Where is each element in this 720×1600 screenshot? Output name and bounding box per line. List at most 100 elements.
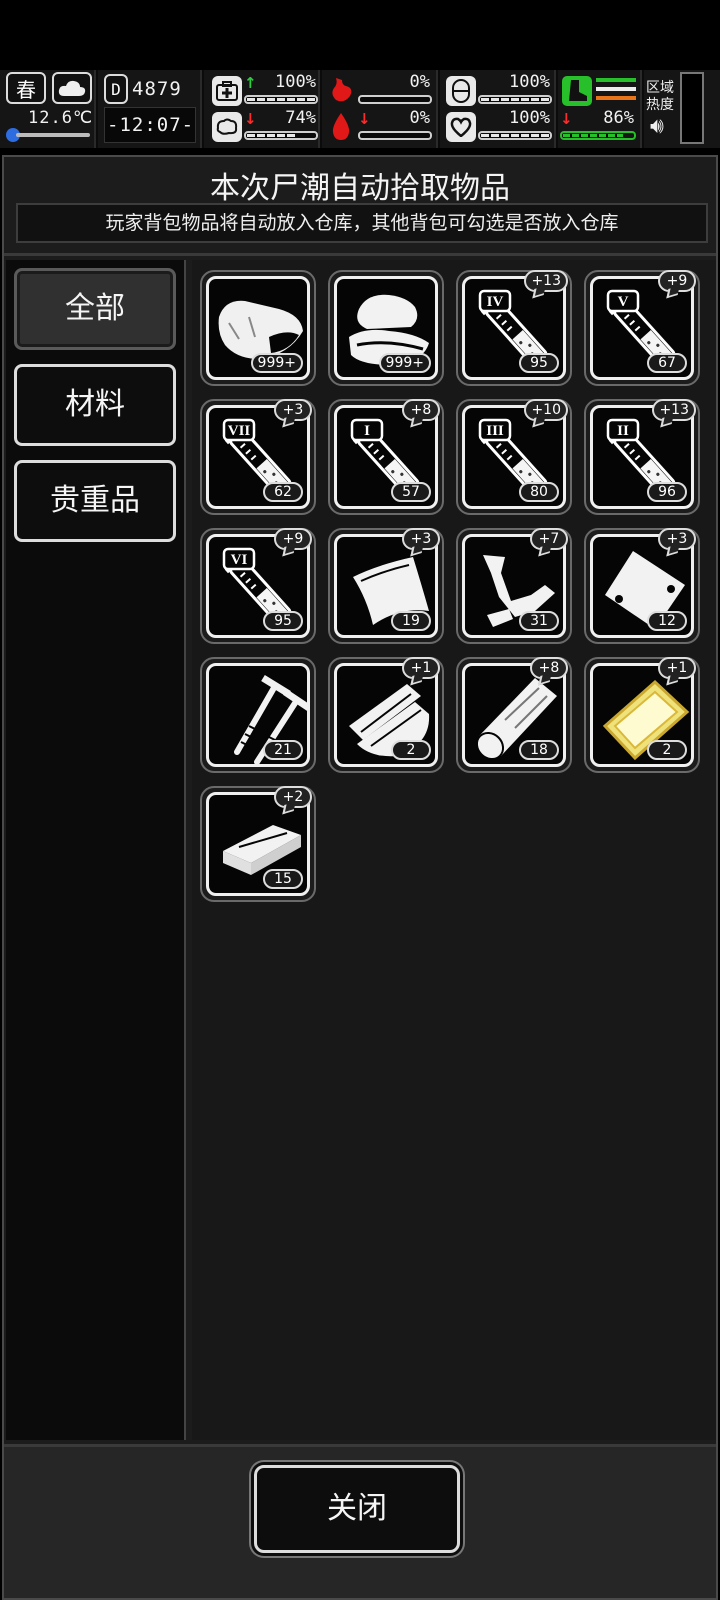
- day-icon: D: [104, 74, 128, 104]
- status-bar: 春 12.6℃ D 4879 -12:07- ↑ 100% ↓ 74% 0% ↓…: [0, 70, 720, 148]
- heart-icon: [446, 112, 476, 142]
- blood-drop-icon: [330, 112, 352, 142]
- item-bonus-badge: +8: [530, 657, 568, 679]
- thirst-bar: [358, 131, 432, 140]
- item-quantity: 21: [263, 740, 303, 760]
- health-value: 100%: [275, 72, 316, 92]
- temperature-readout: 12.6℃: [28, 108, 94, 128]
- item-quantity: 12: [647, 611, 687, 631]
- item-bonus-badge: +13: [524, 270, 568, 292]
- item-slot[interactable]: 31 +7: [456, 528, 572, 644]
- stamina-value: 74%: [285, 108, 316, 128]
- hunger-bar: [358, 95, 432, 104]
- season-badge: 春: [6, 72, 46, 104]
- item-quantity: 15: [263, 869, 303, 889]
- item-bonus-badge: +1: [658, 657, 696, 679]
- thermometer-icon: [6, 128, 90, 142]
- item-slot[interactable]: VI 95 +9: [200, 528, 316, 644]
- panel-title: 本次尸潮自动拾取物品: [210, 171, 510, 206]
- item-bonus-badge: +9: [658, 270, 696, 292]
- item-bonus-badge: +13: [652, 399, 696, 421]
- heart-value: 100%: [509, 108, 550, 128]
- item-slot[interactable]: 12 +3: [584, 528, 700, 644]
- svg-text:VI: VI: [231, 552, 248, 568]
- brain-icon: [212, 112, 242, 142]
- energy-bar: [560, 131, 636, 140]
- item-bonus-badge: +3: [658, 528, 696, 550]
- heart-bar: [478, 131, 552, 140]
- close-button-label: 关闭: [327, 1491, 387, 1526]
- svg-text:I: I: [364, 423, 370, 439]
- svg-text:III: III: [486, 423, 504, 439]
- energy-value: 86%: [603, 108, 634, 128]
- thirst-value: 0%: [409, 108, 430, 128]
- clock-time: -12:07-: [107, 114, 195, 136]
- clock-display: -12:07-: [104, 107, 196, 143]
- svg-text:VII: VII: [228, 423, 251, 439]
- item-quantity: 999+: [250, 353, 303, 373]
- weather-block: 春 12.6℃: [0, 70, 96, 148]
- item-bonus-badge: +3: [274, 399, 312, 421]
- medkit-icon: [212, 76, 242, 106]
- item-bonus-badge: +1: [402, 657, 440, 679]
- category-sidebar: 全部 材料 贵重品: [6, 260, 186, 1440]
- item-bonus-badge: +3: [402, 528, 440, 550]
- category-valuables-button[interactable]: 贵重品: [14, 460, 176, 542]
- item-slot[interactable]: 999+: [200, 270, 316, 386]
- stamina-bar: [244, 131, 318, 140]
- item-slot[interactable]: 19 +3: [328, 528, 444, 644]
- hunger-value: 0%: [409, 72, 430, 92]
- item-frame: 999+: [334, 276, 438, 380]
- item-quantity: 80: [519, 482, 559, 502]
- health-bar: [244, 95, 318, 104]
- mood-bar: [478, 95, 552, 104]
- item-bonus-badge: +7: [530, 528, 568, 550]
- item-frame: 21: [206, 663, 310, 767]
- day-time-block: D 4879 -12:07-: [98, 70, 202, 148]
- season-label: 春: [16, 77, 36, 102]
- category-materials-button[interactable]: 材料: [14, 364, 176, 446]
- item-slot[interactable]: 2 +1: [328, 657, 444, 773]
- mood-block: 100% 100%: [440, 70, 556, 148]
- divider: [4, 253, 716, 256]
- item-slot[interactable]: III 80 +10: [456, 399, 572, 515]
- close-button[interactable]: 关闭: [254, 1465, 460, 1553]
- item-slot[interactable]: 999+: [328, 270, 444, 386]
- panel-subtitle: 玩家背包物品将自动放入仓库，其他背包可勾选是否放入仓库: [16, 203, 708, 243]
- item-slot[interactable]: II 96 +13: [584, 399, 700, 515]
- category-materials-label: 材料: [65, 387, 125, 422]
- speaker-icon[interactable]: 🔊︎: [650, 114, 664, 139]
- hunger-block: 0% ↓ 0%: [322, 70, 438, 148]
- item-quantity: 19: [391, 611, 431, 631]
- item-slot[interactable]: 21: [200, 657, 316, 773]
- health-block: ↑ 100% ↓ 74%: [204, 70, 320, 148]
- item-slot[interactable]: 18 +8: [456, 657, 572, 773]
- item-quantity: 2: [391, 740, 431, 760]
- item-bonus-badge: +8: [402, 399, 440, 421]
- auto-pickup-panel: 本次尸潮自动拾取物品 玩家背包物品将自动放入仓库，其他背包可勾选是否放入仓库 全…: [2, 155, 718, 1600]
- item-quantity: 18: [519, 740, 559, 760]
- item-quantity: 67: [647, 353, 687, 373]
- mood-value: 100%: [509, 72, 550, 92]
- capsule-icon: [446, 76, 476, 106]
- boot-icon: [562, 76, 592, 106]
- region-heat-block[interactable]: 区域 热度 🔊︎: [644, 70, 720, 148]
- category-all-button[interactable]: 全部: [14, 268, 176, 350]
- region-heat-label: 区域 热度: [646, 80, 674, 113]
- item-frame: 999+: [206, 276, 310, 380]
- item-slot[interactable]: V 67 +9: [584, 270, 700, 386]
- category-all-label: 全部: [65, 291, 125, 326]
- item-slot[interactable]: 2 +1: [584, 657, 700, 773]
- item-quantity: 62: [263, 482, 303, 502]
- item-quantity: 999+: [378, 353, 431, 373]
- item-bonus-badge: +10: [524, 399, 568, 421]
- item-slot[interactable]: VII 62 +3: [200, 399, 316, 515]
- panel-footer: 关闭: [4, 1444, 716, 1598]
- day-counter: 4879: [132, 78, 182, 100]
- item-slot[interactable]: I 57 +8: [328, 399, 444, 515]
- item-slot[interactable]: 15 +2: [200, 786, 316, 902]
- item-quantity: 31: [519, 611, 559, 631]
- category-valuables-label: 贵重品: [50, 483, 140, 518]
- item-bonus-badge: +2: [274, 786, 312, 808]
- item-slot[interactable]: IV 95 +13: [456, 270, 572, 386]
